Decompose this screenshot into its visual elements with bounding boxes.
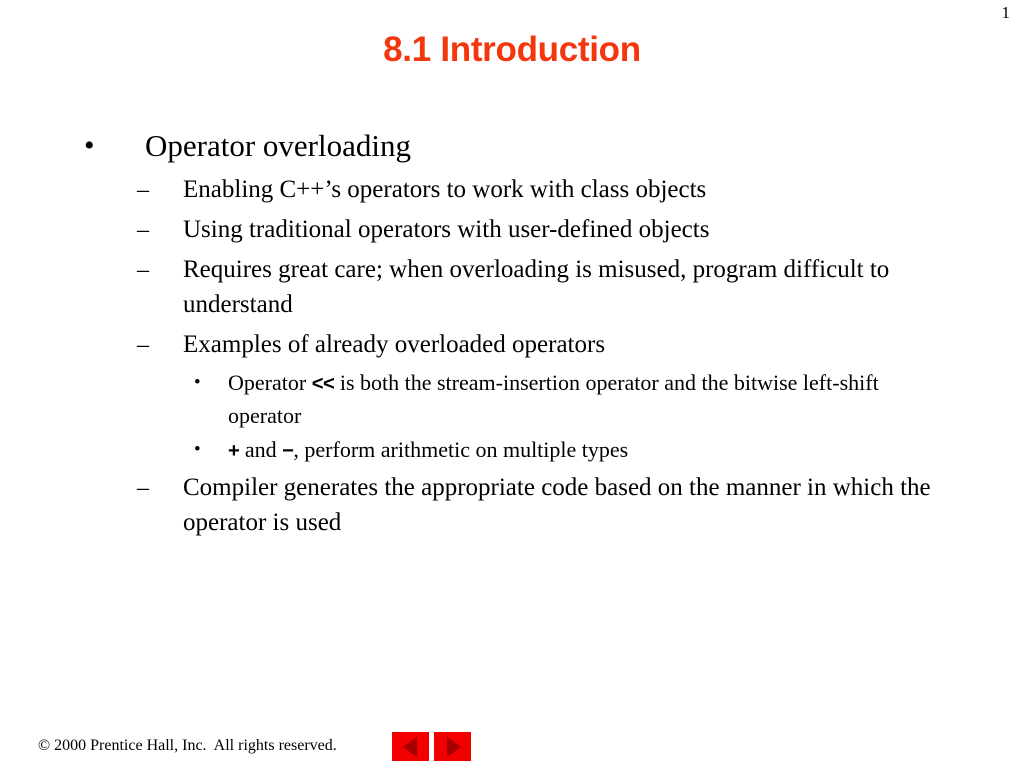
page-number: 1 xyxy=(1001,3,1011,22)
bullet-text: + and −, perform arithmetic on multiple … xyxy=(228,434,899,467)
bullet-text: Compiler generates the appropriate code … xyxy=(183,474,931,536)
bullet-text: Using traditional operators with user-de… xyxy=(183,216,710,243)
dash-marker-icon: – xyxy=(137,475,149,501)
bullet-level1-operator-overloading: • Operator overloading xyxy=(0,126,1024,166)
previous-slide-button[interactable] xyxy=(392,732,429,761)
bullet-text: Enabling C++’s operators to work with cl… xyxy=(183,176,707,203)
slide: 1 8.1 Introduction • Operator overloadin… xyxy=(0,0,1024,768)
bullet-level2-requires-care: – Requires great care; when overloading … xyxy=(0,252,1024,322)
bullet-text: Operator << is both the stream-insertion… xyxy=(228,367,899,431)
code-token-shift-left: << xyxy=(311,373,335,395)
bullet-text: Requires great care; when overloading is… xyxy=(183,256,890,318)
page-title: 8.1 Introduction xyxy=(383,30,641,69)
dash-marker-icon: – xyxy=(137,177,149,203)
bullet-level3-shift-operator: • Operator << is both the stream-inserti… xyxy=(0,367,1024,431)
bullet-text-post: , perform arithmetic on multiple types xyxy=(293,437,629,462)
bullet-marker-icon: • xyxy=(194,439,201,460)
bullet-level2-enabling: – Enabling C++’s operators to work with … xyxy=(0,172,1024,207)
dash-marker-icon: – xyxy=(137,217,149,243)
arrow-right-icon xyxy=(446,736,461,757)
code-token-minus: − xyxy=(282,440,294,462)
dash-marker-icon: – xyxy=(137,257,149,283)
arrow-left-icon xyxy=(402,736,417,757)
copyright-notice: © 2000 Prentice Hall, Inc. All rights re… xyxy=(38,737,337,754)
bullet-marker-icon: • xyxy=(84,129,95,162)
dash-marker-icon: – xyxy=(137,332,149,358)
bullet-level3-plus-minus: • + and −, perform arithmetic on multipl… xyxy=(0,434,1024,467)
bullet-text: Operator overloading xyxy=(145,128,411,163)
bullet-text-mid: and xyxy=(239,437,283,462)
bullet-level2-using-traditional: – Using traditional operators with user-… xyxy=(0,212,1024,247)
bullet-level2-examples: – Examples of already overloaded operato… xyxy=(0,327,1024,362)
bullet-marker-icon: • xyxy=(194,372,201,393)
code-token-plus: + xyxy=(228,440,240,462)
bullet-text-pre: Operator xyxy=(228,370,312,395)
next-slide-button[interactable] xyxy=(434,732,471,761)
slide-body: • Operator overloading – Enabling C++’s … xyxy=(0,126,1024,545)
bullet-text: Examples of already overloaded operators xyxy=(183,331,606,358)
bullet-level2-compiler: – Compiler generates the appropriate cod… xyxy=(0,470,1024,540)
